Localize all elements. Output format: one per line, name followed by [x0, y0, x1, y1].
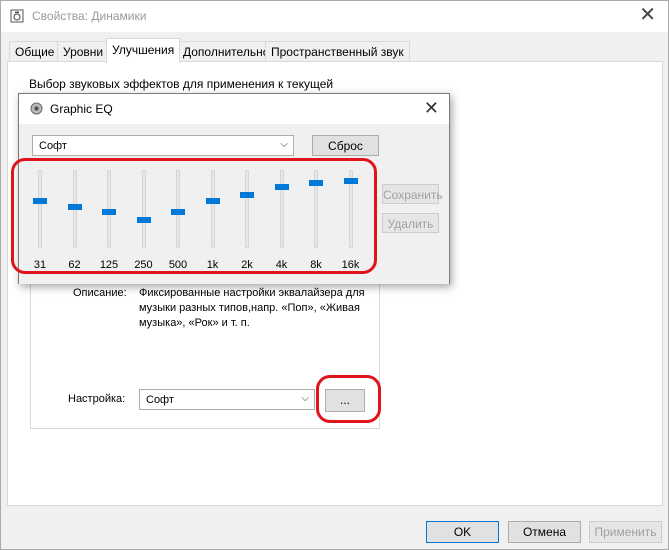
reset-button[interactable]: Сброс: [312, 135, 379, 156]
eq-slider-track[interactable]: [141, 170, 146, 248]
eq-slider-thumb[interactable]: [240, 191, 254, 198]
eq-title-bar: Graphic EQ ✕: [19, 94, 449, 124]
eq-band-label: 8k: [310, 259, 322, 271]
eq-slider-thumb[interactable]: [343, 177, 358, 184]
eq-band-label: 62: [68, 259, 81, 271]
eq-slider-thumb[interactable]: [274, 184, 289, 191]
eq-slider-track[interactable]: [38, 170, 42, 248]
more-settings-button[interactable]: ...: [325, 389, 365, 412]
window-title: Свойства: Динамики: [32, 9, 147, 23]
tab-levels[interactable]: Уровни: [57, 41, 110, 61]
tab-enhancements[interactable]: Улучшения: [106, 38, 181, 63]
save-preset-button[interactable]: Сохранить: [382, 184, 443, 204]
delete-preset-button[interactable]: Удалить: [382, 213, 439, 233]
eq-slider-track[interactable]: [210, 170, 215, 248]
eq-preset-value: Софт: [39, 140, 67, 152]
cancel-button[interactable]: Отмена: [508, 521, 581, 543]
eq-preset-dropdown[interactable]: Софт ⌵: [32, 135, 294, 156]
eq-band-label: 1k: [206, 259, 219, 271]
setting-dropdown-value: Софт: [146, 394, 174, 406]
eq-band-label: 125: [99, 259, 119, 271]
effects-intro-text: Выбор звуковых эффектов для применения к…: [29, 77, 334, 91]
chevron-down-icon: ⌵: [280, 139, 288, 150]
ok-button[interactable]: OK: [426, 521, 499, 543]
eq-band-label: 2k: [241, 259, 253, 271]
tab-general[interactable]: Общие: [9, 41, 61, 61]
graphic-eq-dialog: Graphic EQ ✕ Софт ⌵ Сброс Сохранить Удал…: [18, 93, 450, 284]
tab-spatial-sound[interactable]: Пространственный звук: [265, 41, 410, 61]
eq-band-label: 4k: [275, 259, 288, 271]
tab-advanced[interactable]: Дополнительно: [177, 41, 276, 61]
close-icon[interactable]: ✕: [639, 5, 656, 25]
eq-slider-thumb[interactable]: [67, 204, 82, 211]
eq-band-label: 250: [134, 259, 153, 271]
eq-body: Софт ⌵ Сброс Сохранить Удалить 31 62 125 25…: [19, 124, 449, 284]
eq-slider-thumb[interactable]: [33, 198, 47, 205]
speaker-app-icon: [10, 9, 24, 23]
eq-slider-thumb[interactable]: [205, 198, 220, 205]
setting-dropdown[interactable]: Софт ⌵: [139, 389, 315, 410]
close-icon[interactable]: ✕: [424, 98, 439, 118]
eq-band-label: 16k: [341, 259, 360, 271]
eq-slider-track[interactable]: [279, 170, 284, 248]
title-bar: Свойства: Динамики ✕: [1, 1, 668, 32]
eq-slider-thumb[interactable]: [136, 216, 151, 223]
chevron-down-icon: ⌵: [301, 393, 309, 404]
description-label: Описание:: [73, 287, 127, 299]
setting-label: Настройка:: [68, 393, 126, 405]
speaker-app-icon: [30, 102, 43, 115]
eq-band-label: 31: [33, 259, 47, 271]
eq-slider-thumb[interactable]: [309, 180, 323, 187]
eq-title: Graphic EQ: [50, 102, 113, 116]
eq-slider-track[interactable]: [245, 170, 249, 248]
eq-slider-thumb[interactable]: [171, 209, 185, 216]
eq-slider-thumb[interactable]: [102, 209, 116, 216]
description-text: Фиксированные настройки эквалайзера для …: [139, 287, 365, 329]
apply-button[interactable]: Применить: [589, 521, 662, 543]
eq-band-label: 500: [168, 259, 188, 271]
